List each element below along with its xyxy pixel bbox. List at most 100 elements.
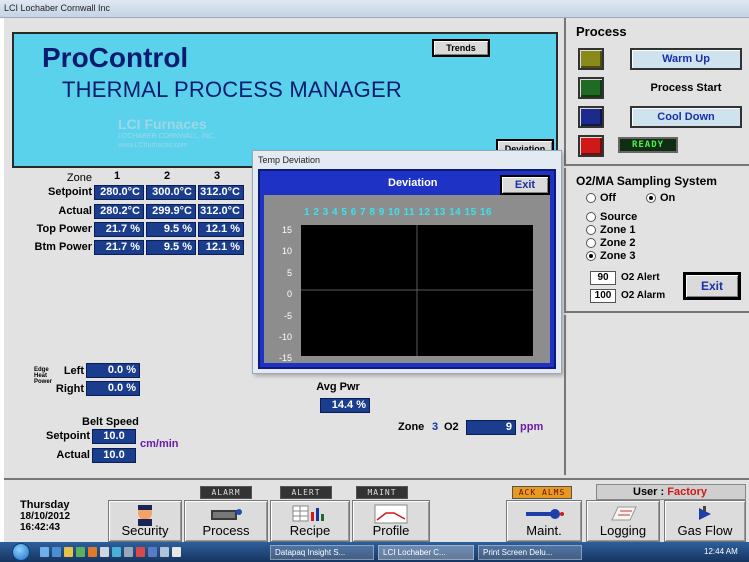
maint-button[interactable]: Maint. bbox=[506, 500, 582, 542]
process-panel: Process Warm Up Process Start Cool Down … bbox=[564, 18, 749, 166]
top-power-label: Top Power bbox=[36, 223, 92, 235]
gas-flow-button[interactable]: Gas Flow bbox=[664, 500, 746, 542]
zone-header-3: 3 bbox=[213, 170, 221, 182]
edge-left-label: Left bbox=[63, 365, 84, 377]
clock-date: 18/10/2012 bbox=[20, 511, 71, 522]
app-icon[interactable] bbox=[172, 547, 181, 557]
sampling-title: O2/MA Sampling System bbox=[576, 174, 717, 188]
process-title: Process bbox=[576, 24, 627, 39]
zone1-radio[interactable]: Zone 1 bbox=[586, 224, 635, 236]
process-nav-button[interactable]: Process bbox=[184, 500, 268, 542]
radio-on-icon bbox=[646, 193, 656, 203]
ie-icon[interactable] bbox=[52, 547, 61, 557]
recipe-table-icon bbox=[292, 505, 324, 522]
zone3-actual: 312.0°C bbox=[198, 204, 244, 219]
taskbar-printscreen[interactable]: Print Screen Delu... bbox=[478, 545, 582, 560]
app-icon[interactable] bbox=[112, 547, 121, 557]
ready-status: READY bbox=[618, 137, 678, 153]
zone2-actual: 299.9°C bbox=[146, 204, 196, 219]
app-window: ProControl THERMAL PROCESS MANAGER LCI F… bbox=[4, 18, 749, 542]
app-icon[interactable] bbox=[100, 547, 109, 557]
zone3-radio[interactable]: Zone 3 bbox=[586, 250, 635, 262]
media-icon[interactable] bbox=[76, 547, 85, 557]
start-button[interactable] bbox=[12, 543, 30, 561]
o2-alert-input[interactable]: 90 bbox=[590, 271, 616, 285]
source-radio[interactable]: Source bbox=[586, 211, 637, 223]
logbook-icon bbox=[611, 506, 637, 521]
security-button[interactable]: Security bbox=[108, 500, 182, 542]
zone2-radio[interactable]: Zone 2 bbox=[586, 237, 635, 249]
zone-o2-unit: ppm bbox=[520, 421, 544, 433]
valve-icon bbox=[699, 506, 711, 520]
zone1-btm-power: 21.7 % bbox=[94, 240, 144, 255]
clock-display: Thursday 18/10/2012 16:42:43 bbox=[20, 499, 100, 534]
belt-actual-label: Actual bbox=[56, 449, 90, 461]
zone1-actual: 280.2°C bbox=[94, 204, 144, 219]
deviation-heading: Deviation bbox=[388, 177, 438, 189]
temp-deviation-dialog: Temp Deviation Deviation Exit 1 2 3 4 5 … bbox=[252, 150, 562, 374]
app-subtitle: THERMAL PROCESS MANAGER bbox=[62, 77, 402, 102]
belt-setpoint-value[interactable]: 10.0 bbox=[92, 429, 136, 444]
process-start-button[interactable]: Process Start bbox=[630, 77, 742, 99]
avg-pwr-value: 14.4 % bbox=[320, 398, 370, 413]
watermark-line2: LOCHABER CORNWALL, INC. bbox=[118, 133, 216, 140]
zone3-btm-power: 12.1 % bbox=[198, 240, 244, 255]
right-lower-panel bbox=[564, 315, 749, 475]
trends-button[interactable]: Trends bbox=[432, 39, 490, 57]
brand-title: ProControl bbox=[42, 42, 189, 73]
profile-button[interactable]: Profile bbox=[352, 500, 430, 542]
logging-button[interactable]: Logging bbox=[586, 500, 660, 542]
deviation-exit-button[interactable]: Exit bbox=[500, 175, 550, 195]
zone2-setpoint[interactable]: 300.0°C bbox=[146, 185, 196, 200]
zone-label: Zone bbox=[66, 172, 92, 184]
clock-day: Thursday bbox=[20, 499, 70, 511]
app-icon[interactable] bbox=[88, 547, 97, 557]
app-icon[interactable] bbox=[160, 547, 169, 557]
app-icon[interactable] bbox=[124, 547, 133, 557]
warm-up-indicator[interactable] bbox=[578, 48, 604, 70]
clock-time: 16:42:43 bbox=[20, 522, 61, 533]
cool-down-button[interactable]: Cool Down bbox=[630, 106, 742, 128]
y-tick: 10 bbox=[281, 246, 292, 256]
folder-icon[interactable] bbox=[64, 547, 73, 557]
edge-right-value: 0.0 % bbox=[86, 381, 140, 396]
sampling-exit-button[interactable]: Exit bbox=[683, 272, 741, 300]
plot-grid bbox=[301, 225, 533, 356]
sampling-on-radio[interactable]: On bbox=[646, 192, 675, 204]
recipe-button[interactable]: Recipe bbox=[270, 500, 350, 542]
user-display: User : Factory bbox=[596, 484, 746, 500]
y-tick: -15 bbox=[278, 353, 292, 363]
dialog-title: Temp Deviation bbox=[258, 155, 321, 165]
user-name: Factory bbox=[667, 486, 707, 498]
zone3-setpoint[interactable]: 312.0°C bbox=[198, 185, 244, 200]
y-tick: 0 bbox=[286, 289, 292, 299]
o2-alarm-input[interactable]: 100 bbox=[590, 289, 616, 303]
zone1-setpoint[interactable]: 280.0°C bbox=[94, 185, 144, 200]
window-title-bar: LCI Lochaber Cornwall Inc bbox=[0, 0, 749, 18]
actual-label: Actual bbox=[58, 205, 92, 217]
desktop-icon[interactable] bbox=[40, 547, 49, 557]
zone1-top-power: 21.7 % bbox=[94, 222, 144, 237]
edge-right-label: Right bbox=[55, 383, 84, 395]
taskbar-datapaq[interactable]: Datapaq Insight S... bbox=[270, 545, 374, 560]
sampling-off-radio[interactable]: Off bbox=[586, 192, 616, 204]
radio-on-icon bbox=[586, 251, 596, 261]
edge-left-value: 0.0 % bbox=[86, 363, 140, 378]
o2-alert-label: O2 Alert bbox=[621, 272, 660, 283]
alarm-status-bar: ALARM ALERT MAINT ACK ALMS User : Factor… bbox=[4, 478, 749, 500]
edge-heat-power-caption: Edge Heat Power bbox=[34, 367, 53, 385]
zone2-top-power: 9.5 % bbox=[146, 222, 196, 237]
stop-indicator[interactable] bbox=[578, 135, 604, 157]
cool-down-indicator[interactable] bbox=[578, 106, 604, 128]
process-start-indicator[interactable] bbox=[578, 77, 604, 99]
app-icon[interactable] bbox=[136, 547, 145, 557]
taskbar-lci[interactable]: LCI Lochaber C... bbox=[378, 545, 474, 560]
maint-indicator: MAINT bbox=[356, 486, 408, 499]
window-title: LCI Lochaber Cornwall Inc bbox=[4, 3, 111, 13]
app-icon[interactable] bbox=[148, 547, 157, 557]
zone3-top-power: 12.1 % bbox=[198, 222, 244, 237]
wrench-icon bbox=[526, 509, 564, 519]
y-tick: 5 bbox=[286, 268, 292, 278]
ack-alarms-button[interactable]: ACK ALMS bbox=[512, 486, 572, 499]
warm-up-button[interactable]: Warm Up bbox=[630, 48, 742, 70]
